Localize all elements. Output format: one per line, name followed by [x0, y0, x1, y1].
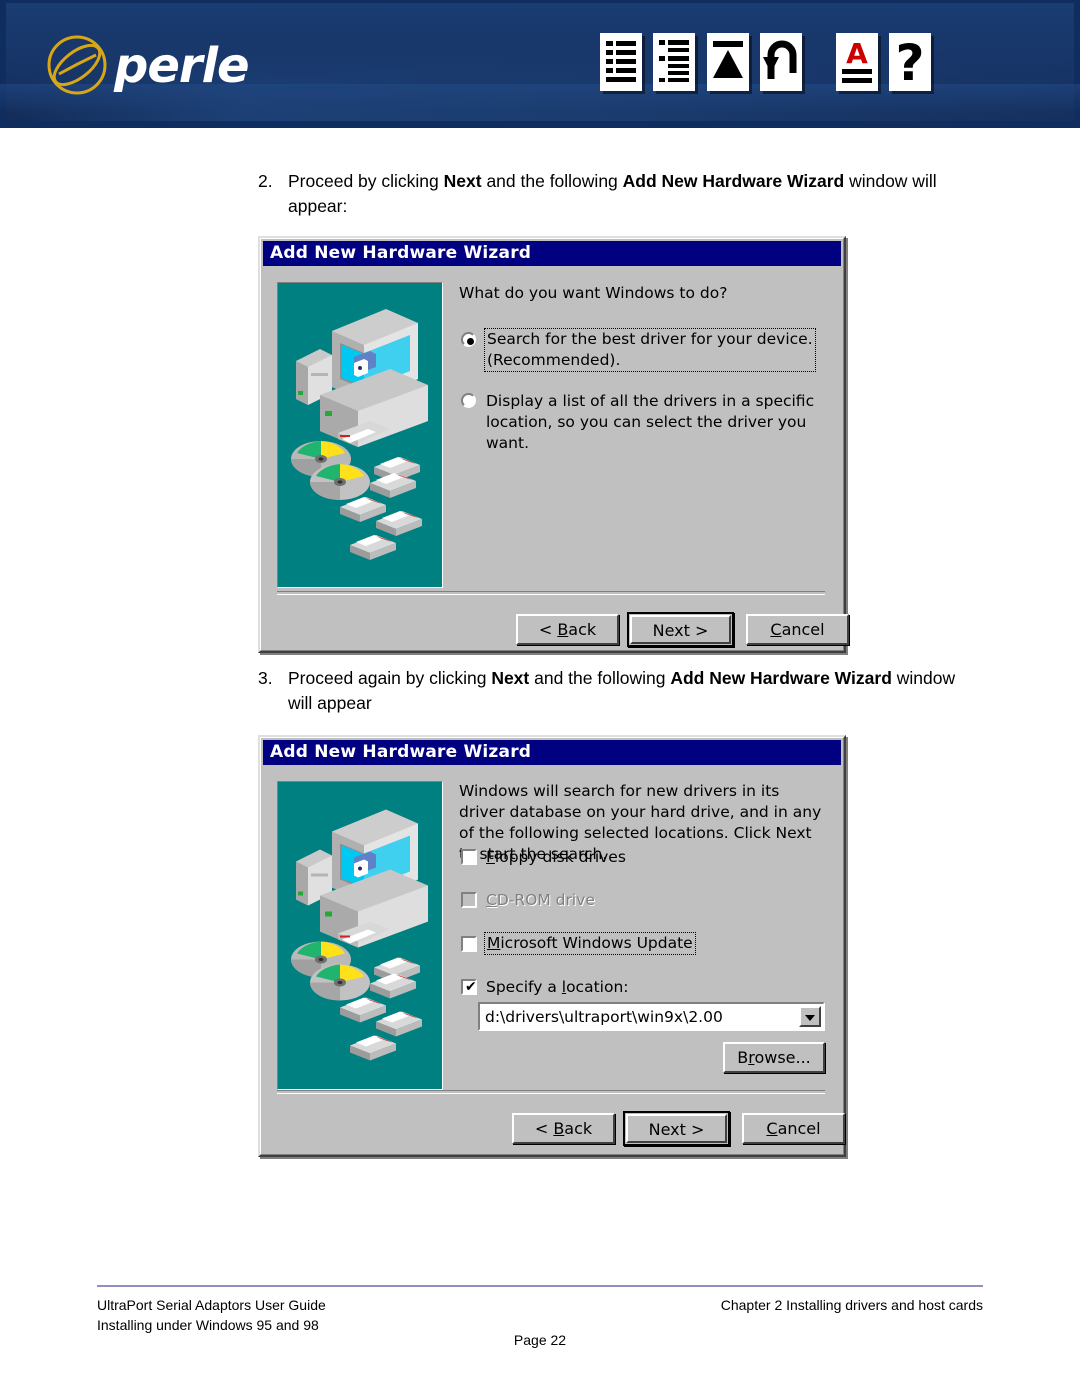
- header-nav-icons: A ?: [598, 33, 936, 97]
- dialog-2-checkbox-1-label: Floppy disk drives: [486, 848, 626, 866]
- dialog-1-option-2-label: Display a list of all the drivers in a s…: [486, 392, 815, 452]
- dialog-1-wizard-illustration: [277, 282, 443, 588]
- icon-page-shape: A: [835, 33, 878, 91]
- help-glyph: ?: [896, 34, 925, 92]
- icon-page-shape: [653, 33, 696, 91]
- back-arrow-glyph: [763, 40, 797, 79]
- add-new-hardware-wizard-dialog-2[interactable]: Add New Hardware Wizard Windows will sea…: [258, 735, 846, 1157]
- checkbox-floppy-disk-drives[interactable]: [461, 849, 477, 865]
- dialog-2-next-button[interactable]: Next >: [623, 1111, 730, 1146]
- top-arrow-glyph: [712, 41, 743, 78]
- footer-document-title: UltraPort Serial Adaptors User Guide: [97, 1297, 326, 1313]
- find-a-glyph: A: [841, 37, 872, 83]
- browse-button-label: Browse...: [737, 1048, 811, 1067]
- back-button-label: < Back: [534, 1119, 593, 1138]
- dialog-2-separator: [277, 1090, 825, 1094]
- index-list-icon[interactable]: [651, 33, 699, 95]
- step-2-text: 2. Proceed by clicking Next and the foll…: [258, 169, 978, 219]
- svg-text:?: ?: [896, 34, 925, 91]
- icon-page-shape: [706, 33, 749, 91]
- brand-logo: perle: [46, 32, 366, 98]
- dialog-1-next-button[interactable]: Next >: [627, 612, 734, 647]
- dialog-1-separator: [277, 591, 825, 595]
- footer-page-number: Page 22: [513, 1332, 567, 1348]
- dialog-2-checkbox-2-label: CD-ROM drive: [486, 891, 595, 909]
- table-of-contents-icon[interactable]: [598, 33, 646, 95]
- next-button-label: Next >: [626, 1114, 727, 1143]
- radio-search-best-driver[interactable]: [461, 332, 476, 347]
- add-new-hardware-wizard-dialog-1[interactable]: Add New Hardware Wizard What do you want…: [258, 236, 849, 653]
- icon-page-shape: [760, 33, 803, 91]
- go-to-top-icon[interactable]: [705, 33, 753, 95]
- checkbox-microsoft-windows-update[interactable]: [461, 936, 477, 952]
- go-back-arrow-icon[interactable]: [758, 33, 806, 95]
- checkbox-specify-a-location[interactable]: ✔: [461, 979, 477, 995]
- dialog-1-prompt: What do you want Windows to do?: [459, 284, 728, 302]
- dialog-2-checkbox-4-label: Specify a location:: [486, 978, 629, 996]
- browse-button[interactable]: Browse...: [723, 1042, 825, 1073]
- back-button-label: < Back: [538, 620, 597, 639]
- radio-display-driver-list[interactable]: [461, 393, 476, 408]
- dialog-1-option-1-label: Search for the best driver for your devi…: [484, 328, 816, 372]
- dialog-1-cancel-button[interactable]: Cancel: [746, 614, 849, 645]
- cancel-button-label: Cancel: [770, 620, 825, 639]
- location-path-value: d:\drivers\ultraport\win9x\2.00: [485, 1008, 723, 1026]
- location-path-combobox[interactable]: d:\drivers\ultraport\win9x\2.00: [478, 1002, 825, 1031]
- combobox-dropdown-button[interactable]: [799, 1006, 821, 1027]
- dialog-2-wizard-illustration: [277, 781, 443, 1090]
- step-2-number: 2.: [258, 171, 273, 191]
- next-button-label: Next >: [630, 615, 731, 644]
- toc-glyph: [606, 41, 636, 82]
- perle-circle-logo-icon: [47, 35, 107, 95]
- step-3-text: 3. Proceed again by clicking Next and th…: [258, 666, 978, 716]
- step-2-body: Proceed by clicking Next and the followi…: [288, 171, 937, 216]
- dialog-2-checkbox-3-label: Microsoft Windows Update: [484, 932, 696, 955]
- dialog-2-cancel-button[interactable]: Cancel: [742, 1113, 845, 1144]
- computer-media-illustration: [278, 283, 442, 587]
- computer-media-illustration-2: [278, 783, 442, 1088]
- svg-text:A: A: [846, 37, 868, 70]
- dialog-1-back-button[interactable]: < Back: [516, 614, 619, 645]
- index-glyph: [659, 40, 690, 82]
- find-text-icon[interactable]: A: [834, 33, 882, 95]
- dialog-2-titlebar: Add New Hardware Wizard: [263, 740, 841, 765]
- cancel-button-label: Cancel: [766, 1119, 821, 1138]
- icon-page-shape: [600, 33, 642, 91]
- footer-chapter: Chapter 2 Installing drivers and host ca…: [720, 1297, 983, 1313]
- help-question-icon[interactable]: ?: [887, 33, 935, 95]
- radio-selected-dot: [467, 338, 474, 345]
- page-header-banner: perle A ?: [0, 0, 1080, 128]
- chevron-down-icon: [805, 1014, 815, 1021]
- checkbox-tick-icon: ✔: [465, 979, 477, 995]
- footer-rule: [97, 1285, 983, 1287]
- dialog-2-back-button[interactable]: < Back: [512, 1113, 615, 1144]
- icon-page-shape: ?: [889, 33, 932, 92]
- checkbox-cd-rom-drive: [461, 892, 477, 908]
- dialog-1-titlebar: Add New Hardware Wizard: [263, 241, 841, 266]
- step-3-number: 3.: [258, 668, 273, 688]
- brand-name: perle: [114, 38, 250, 94]
- step-3-body: Proceed again by clicking Next and the f…: [288, 668, 956, 713]
